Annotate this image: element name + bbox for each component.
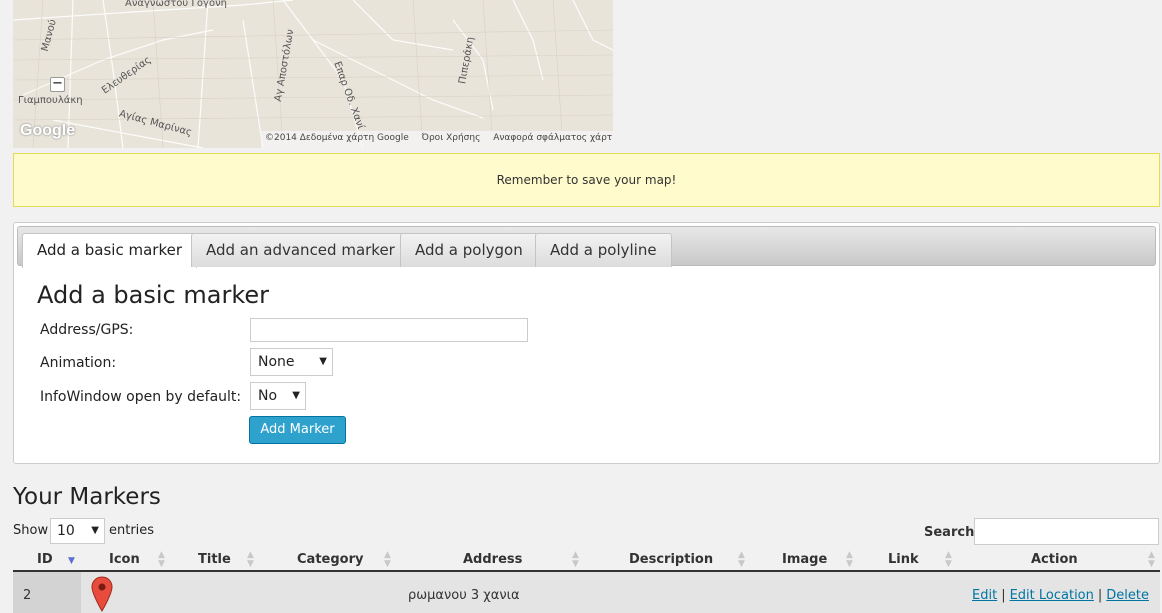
address-input[interactable] [250,318,528,342]
show-label: Show [13,523,49,538]
tab-polyline[interactable]: Add a polyline [535,233,672,267]
marker-address: ρωμανου 3 χανια [408,588,520,603]
form-heading: Add a basic marker [37,281,269,309]
column-header-action[interactable]: Action [1031,552,1078,570]
chevron-down-icon: ▼ [91,525,99,536]
column-header-icon[interactable]: Icon [109,552,140,570]
map-attribution: ©2014 Δεδομένα χάρτη Google Όροι Χρήσης … [261,131,613,148]
sort-icon: ▲ ▼ [738,550,745,569]
sort-icon: ▲ ▼ [247,550,254,569]
address-label: Address/GPS: [40,322,134,338]
column-header-image[interactable]: Image [782,552,827,570]
entries-label: entries [109,523,155,538]
map-report-link[interactable]: Αναφορά σφάλματος χάρτη [493,133,613,143]
column-header-category[interactable]: Category [297,552,363,570]
map-preview[interactable]: Αναγνώστου Γογονή Μανού Γιαμπουλάκη Ελευ… [13,0,613,148]
zoom-out-button[interactable]: − [50,77,65,92]
save-reminder-notice: Remember to save your map! [13,153,1160,207]
animation-value: None [258,354,295,370]
tab-polygon[interactable]: Add a polygon [400,233,538,267]
map-terms-link[interactable]: Όροι Χρήσης [422,133,481,143]
column-header-link[interactable]: Link [888,552,919,570]
column-header-address[interactable]: Address [463,552,522,570]
edit-link[interactable]: Edit [972,588,997,603]
sort-icon: ▲ ▼ [846,550,853,569]
map-roads [13,0,613,148]
street-label: Γιαμπουλάκη [18,95,83,106]
column-header-title[interactable]: Title [198,552,231,570]
sort-desc-icon: ▼ [68,556,75,566]
chevron-down-icon: ▼ [319,356,327,367]
search-label: Search: [924,525,980,540]
sort-icon: ▲ ▼ [158,550,165,569]
sort-icon: ▲ ▼ [1148,550,1155,569]
column-header-description[interactable]: Description [629,552,713,570]
marker-editor-panel: Add a basic marker Add an advanced marke… [13,222,1160,464]
add-marker-button[interactable]: Add Marker [249,416,346,444]
column-header-id[interactable]: ID [37,552,53,570]
sort-icon: ▲ ▼ [945,550,952,569]
edit-location-link[interactable]: Edit Location [1010,588,1094,603]
infowindow-value: No [258,388,278,404]
page-size-select[interactable]: 10 ▼ [50,518,105,544]
sort-icon: ▲ ▼ [384,550,391,569]
marker-id: 2 [23,588,32,603]
infowindow-select[interactable]: No ▼ [250,382,306,410]
tab-basic-marker[interactable]: Add a basic marker [22,233,197,268]
search-input[interactable] [974,518,1159,545]
animation-select[interactable]: None ▼ [250,348,333,376]
street-label: Αναγνώστου Γογονή [125,0,227,9]
page-size-value: 10 [57,523,75,539]
map-pin-icon [91,576,113,612]
infowindow-label: InfoWindow open by default: [40,389,242,405]
delete-link[interactable]: Delete [1106,588,1149,603]
table-row: 2 ρωμανου 3 χανια Edit | Edit Location | Del… [13,572,1160,613]
tab-bar: Add a basic marker Add an advanced marke… [17,226,1156,268]
animation-label: Animation: [40,355,117,371]
markers-heading: Your Markers [13,484,161,510]
chevron-down-icon: ▼ [292,390,300,401]
sort-icon: ▲ ▼ [572,550,579,569]
tab-advanced-marker[interactable]: Add an advanced marker [191,233,410,267]
row-actions: Edit | Edit Location | Delete [972,588,1149,603]
map-data-credit: ©2014 Δεδομένα χάρτη Google [265,133,409,143]
google-logo: Google [20,122,76,139]
